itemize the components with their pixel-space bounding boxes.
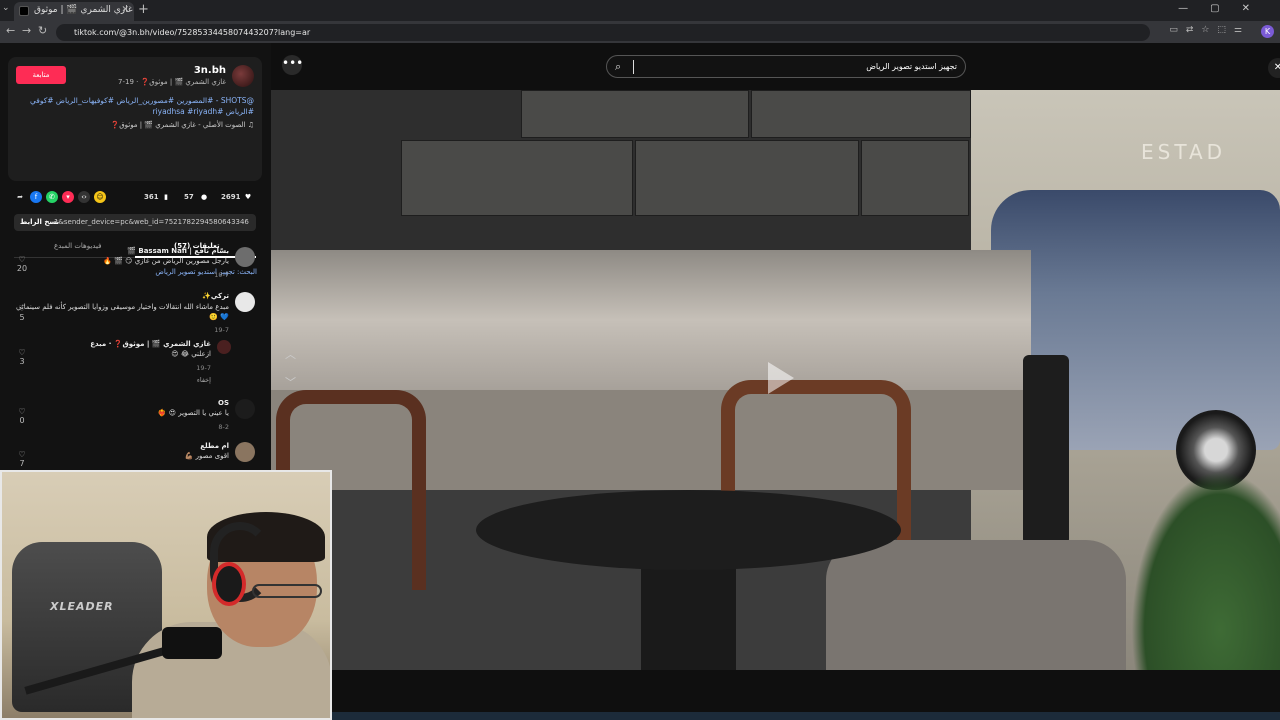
comment-like-button[interactable]: ♡ 3 (14, 348, 30, 366)
reload-icon[interactable]: ↻ (38, 24, 47, 37)
commenter-avatar[interactable] (235, 399, 255, 419)
comment-icon[interactable]: ● (198, 191, 210, 203)
window-controls[interactable]: —▢✕ (1178, 3, 1272, 14)
text-caret (633, 60, 634, 74)
comment-text: يارجل مصورين الرياض من غازي 😏 🎬 🔥 (103, 257, 229, 265)
building-sign: ESTAD (1141, 140, 1227, 164)
comment-text: اقوى مصور 💪🏽 (184, 452, 229, 460)
wall-tile (521, 90, 749, 138)
bookmark-icon[interactable]: ▮ (160, 191, 172, 203)
comment-like-count: 7 (19, 459, 25, 468)
next-video-icon[interactable]: ﹀ (285, 374, 296, 390)
comment-date: 19-7 (196, 364, 211, 372)
new-tab-button[interactable]: + (138, 2, 149, 17)
more-options-button[interactable]: ••• (282, 55, 303, 75)
tab-title: غازي الشمري 🎬 | موثوق (@ (34, 5, 134, 15)
link-copy-box: 1&sender_device=pc&web_id=75217822945806… (14, 214, 256, 231)
comment-text: ازعلني 😂 😍 (171, 350, 211, 358)
comment-date: 8-2 (218, 423, 229, 431)
back-icon[interactable]: ← (6, 24, 15, 37)
hide-replies-button[interactable]: إخفاء (197, 376, 211, 384)
comment-like-count: 0 (19, 416, 25, 425)
search-hint-link[interactable]: البحث: تجهيز استديو تصوير الرياض (155, 268, 257, 276)
comment-date: 19-7 (214, 271, 229, 279)
comment-text: يا عيني يا التصوير 😍 ❤️‍🔥 (157, 409, 229, 417)
url-field[interactable]: tiktok.com/@3n.bh/video/7528533445807443… (56, 24, 1150, 41)
facebook-icon[interactable]: f (30, 191, 42, 203)
follow-button[interactable]: متابعة (16, 66, 66, 84)
search-icon[interactable]: ⌕ (615, 60, 621, 74)
play-icon[interactable] (768, 362, 794, 394)
comment-like-count: 20 (16, 264, 28, 273)
tab-creator-videos[interactable]: فيديوهات المبدع (54, 242, 101, 250)
bench-backrest (271, 250, 1031, 390)
search-query-text: تجهيز استديو تصوير الرياض (866, 62, 957, 71)
commenter-name[interactable]: تركي✨ (202, 292, 229, 300)
creator-subtitle: غازي الشمري 🎬 | موثوق❓ · 19-7 (117, 78, 226, 86)
webcam-overlay: XLEADER (0, 470, 332, 720)
video-description[interactable]: @SHOTS - #المصورين #مصورين_الرياض #كوفيه… (16, 95, 254, 117)
microphone (162, 627, 222, 659)
wall-tile (751, 90, 971, 138)
share-link-text[interactable]: 1&sender_device=pc&web_id=75217822945806… (54, 214, 250, 231)
comment-count: 57 (184, 193, 194, 201)
comment-like-button[interactable]: ♡ 20 (14, 255, 30, 273)
tab-search-icon[interactable]: ⌄ (2, 3, 10, 13)
comment-like-button[interactable]: ♡ 5 (14, 304, 30, 322)
wall-tile (635, 140, 859, 216)
tiktok-share-icon[interactable]: ▾ (62, 191, 74, 203)
comment-like-count: 3 (19, 357, 25, 366)
creator-username[interactable]: 3n.bh (194, 65, 226, 76)
profile-avatar-icon[interactable]: K (1261, 25, 1274, 38)
comment-like-button[interactable]: ♡ 0 (14, 407, 30, 425)
emoji-icon[interactable]: ☺ (94, 191, 106, 203)
commenter-name[interactable]: بسّام نافع | Bassam Nafi 🎬 (127, 247, 229, 255)
address-bar-row: ← → ↻ tiktok.com/@3n.bh/video/7528533445… (0, 21, 1280, 43)
commenter-name[interactable]: غازي الشمري 🎬 | موثوق❓ · مبدع (90, 340, 211, 348)
glasses (252, 584, 322, 598)
commenter-name[interactable]: ام مطلع (200, 442, 229, 450)
tiktok-favicon-icon (19, 6, 29, 16)
commenter-avatar[interactable] (235, 292, 255, 312)
comment-like-button[interactable]: ♡ 7 (14, 450, 30, 468)
like-count: 2691 (221, 193, 241, 201)
commenter-name[interactable]: OS (218, 399, 229, 407)
commenter-avatar[interactable] (235, 247, 255, 267)
save-count: 361 (144, 193, 159, 201)
whatsapp-icon[interactable]: ✆ (46, 191, 58, 203)
round-table (476, 490, 901, 570)
commenter-avatar[interactable] (217, 340, 231, 354)
close-tab-icon[interactable]: ✕ (121, 2, 129, 19)
embed-icon[interactable]: ‹› (78, 191, 90, 203)
chair-brand-logo: XLEADER (50, 600, 114, 613)
wall-tile (861, 140, 969, 216)
forward-icon[interactable]: → (22, 24, 31, 37)
headset-earcup (212, 562, 246, 606)
extension-icons[interactable]: ▭⇄☆⬚⚌ (1169, 25, 1250, 35)
share-arrow-icon[interactable]: ➦ (14, 191, 26, 203)
like-heart-icon[interactable]: ♥ (242, 191, 254, 203)
previous-video-icon[interactable]: ︿ (285, 346, 296, 362)
armchair (826, 540, 1126, 670)
action-bar: ➦ f ✆ ▾ ‹› ☺ ♥ 2691 ● 57 ▮ 361 (14, 191, 256, 205)
creator-avatar[interactable] (232, 65, 254, 87)
browser-tab[interactable]: غازي الشمري 🎬 | موثوق (@ ✕ (14, 2, 134, 21)
comment-date: 19-7 (214, 326, 229, 334)
copy-link-button[interactable]: نسخ الرابط (20, 214, 59, 231)
commenter-avatar[interactable] (235, 442, 255, 462)
video-info-card: 3n.bh غازي الشمري 🎬 | موثوق❓ · 19-7 متاب… (8, 57, 262, 181)
trash-bin (1023, 355, 1069, 545)
url-text: tiktok.com/@3n.bh/video/7528533445807443… (74, 28, 311, 37)
plant (1131, 470, 1280, 670)
wall-tile (401, 140, 633, 216)
video-search-input[interactable]: ⌕ تجهيز استديو تصوير الرياض (606, 55, 966, 78)
music-link[interactable]: ♫ الصوت الأصلي - غازي الشمري 🎬 | موثوق❓ (110, 121, 254, 129)
taskbar (332, 712, 1280, 720)
browser-tab-bar: ⌄ غازي الشمري 🎬 | موثوق (@ ✕ + —▢✕ (0, 0, 1280, 21)
comment-like-count: 5 (19, 313, 25, 322)
comment-text: مبدع ماشاء الله انتقالات واختيار موسيقى … (15, 303, 229, 321)
